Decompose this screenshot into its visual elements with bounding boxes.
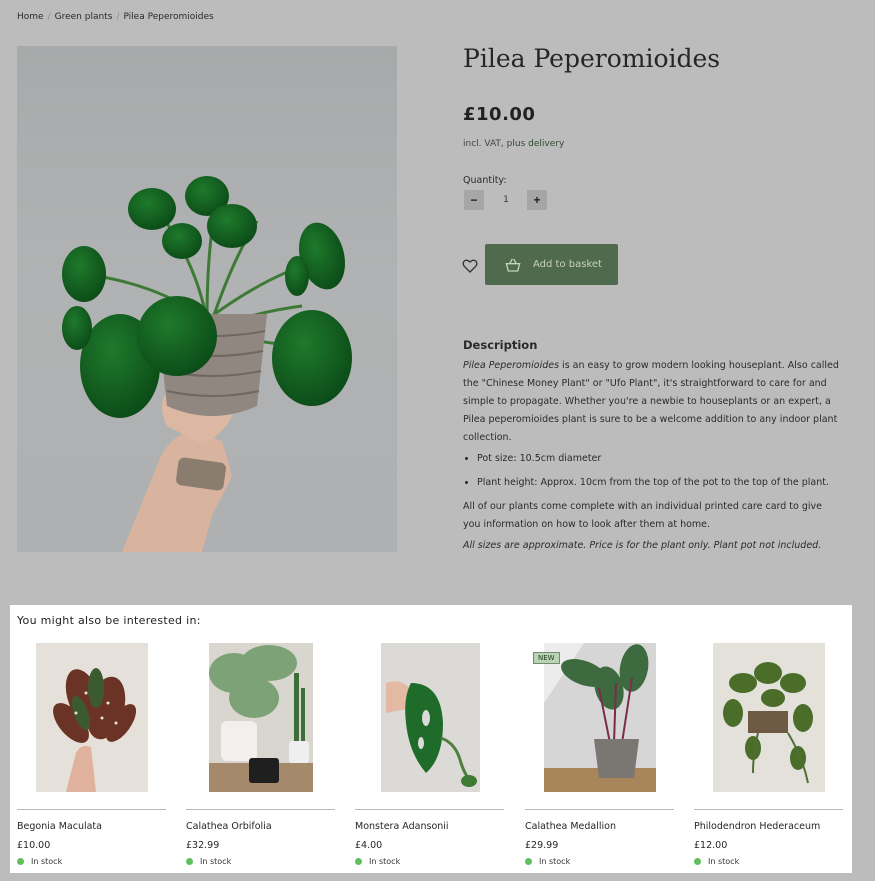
breadcrumb-home[interactable]: Home	[17, 12, 44, 22]
description-bullets: Pot size: 10.5cm diameter Plant height: …	[463, 450, 841, 492]
stock-status: In stock	[525, 857, 570, 866]
product-price: £10.00	[463, 104, 536, 125]
product-card-price: £4.00	[355, 840, 383, 851]
product-card-image[interactable]	[36, 643, 148, 792]
in-stock-dot-icon	[525, 858, 532, 865]
stock-status: In stock	[694, 857, 739, 866]
pilea-plant-photo	[62, 176, 352, 552]
product-card-price: £12.00	[694, 840, 728, 851]
quantity-input[interactable]	[488, 190, 524, 210]
product-card-name[interactable]: Monstera Adansonii	[355, 821, 449, 832]
description-heading: Description	[463, 338, 538, 352]
product-card-image[interactable]	[209, 643, 313, 792]
product-title: Pilea Peperomioides	[463, 44, 721, 73]
breadcrumb: Home / Green plants / Pilea Peperomioides	[17, 12, 214, 22]
in-stock-dot-icon	[186, 858, 193, 865]
product-card-image[interactable]	[713, 643, 825, 792]
in-stock-dot-icon	[355, 858, 362, 865]
heart-icon[interactable]	[462, 258, 478, 274]
stock-label: In stock	[369, 857, 401, 866]
quantity-increase-button[interactable]: +	[527, 190, 547, 210]
breadcrumb-category[interactable]: Green plants	[55, 12, 113, 22]
product-card-price: £10.00	[17, 840, 51, 851]
related-title: You might also be interested in:	[17, 614, 201, 627]
breadcrumb-separator: /	[116, 12, 120, 22]
card-divider	[525, 809, 674, 810]
breadcrumb-current: Pilea Peperomioides	[123, 12, 214, 22]
description-plant-name: Pilea Peperomioides	[463, 360, 560, 371]
product-card-name[interactable]: Begonia Maculata	[17, 821, 102, 832]
product-card-price: £32.99	[186, 840, 220, 851]
bullet-plant-height: Plant height: Approx. 10cm from the top …	[477, 474, 841, 492]
product-card-image[interactable]	[544, 643, 656, 792]
in-stock-dot-icon	[17, 858, 24, 865]
card-divider	[694, 809, 843, 810]
stock-label: In stock	[200, 857, 232, 866]
card-divider	[17, 809, 166, 810]
stock-status: In stock	[186, 857, 231, 866]
new-badge: NEW	[533, 652, 560, 664]
product-image[interactable]	[17, 46, 397, 552]
card-divider	[186, 809, 335, 810]
vat-text: incl. VAT,	[463, 139, 504, 149]
care-card-text: All of our plants come complete with an …	[463, 501, 822, 530]
basket-icon	[505, 258, 521, 272]
related-products-section: You might also be interested in: Begonia	[10, 605, 852, 873]
product-card-image[interactable]	[381, 643, 480, 792]
description-text: is an easy to grow modern looking housep…	[463, 360, 839, 443]
stock-label: In stock	[539, 857, 571, 866]
add-to-basket-button[interactable]: Add to basket	[485, 244, 618, 285]
product-card-price: £29.99	[525, 840, 559, 851]
stock-status: In stock	[17, 857, 62, 866]
size-note: All sizes are approximate. Price is for …	[463, 540, 822, 551]
product-card-name[interactable]: Philodendron Hederaceum	[694, 821, 820, 832]
breadcrumb-separator: /	[47, 12, 51, 22]
vat-info: incl. VAT, plus delivery	[463, 139, 564, 149]
product-card-name[interactable]: Calathea Medallion	[525, 821, 616, 832]
add-to-basket-label: Add to basket	[533, 259, 602, 270]
stock-label: In stock	[708, 857, 740, 866]
in-stock-dot-icon	[694, 858, 701, 865]
card-divider	[355, 809, 504, 810]
product-card-name[interactable]: Calathea Orbifolia	[186, 821, 272, 832]
stock-label: In stock	[31, 857, 63, 866]
description-body: Pilea Peperomioides is an easy to grow m…	[463, 357, 841, 555]
description-paragraph: Pilea Peperomioides is an easy to grow m…	[463, 357, 841, 447]
stock-status: In stock	[355, 857, 400, 866]
bullet-pot-size: Pot size: 10.5cm diameter	[477, 450, 841, 468]
quantity-label: Quantity:	[463, 175, 507, 186]
quantity-decrease-button[interactable]: −	[464, 190, 484, 210]
delivery-link[interactable]: plus delivery	[507, 139, 565, 149]
